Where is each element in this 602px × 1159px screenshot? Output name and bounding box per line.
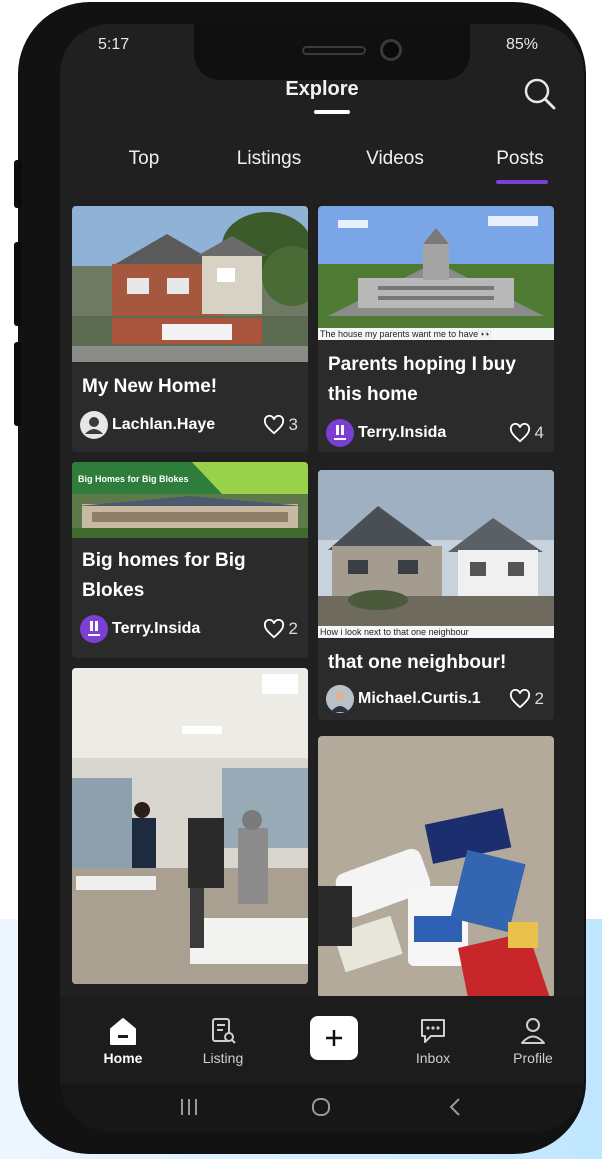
post-card[interactable]: Big Homes for Big Blokes Big homes for B… (72, 462, 308, 658)
profile-icon (521, 1018, 545, 1044)
nav-home[interactable]: Home (88, 996, 158, 1066)
post-image: How i look next to that one neighbour (318, 470, 554, 638)
post-title: Big homes for Big Blokes (82, 550, 246, 601)
add-post-button[interactable] (310, 1016, 358, 1060)
home-system-button[interactable] (310, 1096, 332, 1124)
post-title: My New Home! (82, 376, 218, 397)
nav-inbox-label: Inbox (415, 1050, 451, 1066)
battery-level: 85% (505, 36, 538, 53)
post-card[interactable] (72, 668, 308, 984)
post-image (318, 736, 554, 998)
like-count: 3 (288, 415, 298, 434)
user-photo-icon (326, 685, 354, 713)
post-title: Parents hoping I buy this home (328, 354, 516, 405)
post-image (72, 206, 308, 362)
like-button[interactable]: 2 (263, 614, 298, 644)
avatar (80, 615, 108, 643)
like-button[interactable]: 2 (509, 684, 544, 714)
nav-inbox[interactable]: Inbox (398, 996, 468, 1066)
like-button[interactable]: 3 (263, 410, 298, 440)
avatar (326, 685, 354, 713)
heart-icon (263, 619, 284, 639)
chat-bubble-icon (421, 1019, 445, 1043)
title-underline (314, 110, 350, 114)
like-count: 4 (534, 423, 544, 442)
post-author[interactable]: Terry.Insida (326, 418, 446, 448)
like-count: 2 (288, 619, 298, 638)
tab-listings[interactable]: Listings (209, 148, 329, 170)
post-card[interactable]: How i look next to that one neighbour th… (318, 470, 554, 720)
nav-listing-label: Listing (202, 1050, 244, 1066)
speaker-grille (302, 46, 366, 55)
tab-top[interactable]: Top (84, 148, 204, 170)
recent-apps-button[interactable] (178, 1096, 200, 1124)
like-button[interactable]: 4 (509, 418, 544, 448)
avatar (80, 411, 108, 439)
page-title: Explore (285, 78, 359, 100)
status-time: 5:17 (98, 36, 130, 53)
post-card[interactable]: The house my parents want me to have 👀 P… (318, 206, 554, 452)
plus-icon (326, 1030, 342, 1046)
post-title: that one neighbour! (328, 652, 507, 673)
image-caption: The house my parents want me to have 👀 (318, 328, 554, 340)
author-name: Terry.Insida (358, 424, 447, 441)
search-button[interactable] (522, 76, 558, 112)
search-icon (524, 78, 556, 110)
post-image: Big Homes for Big Blokes (72, 462, 308, 538)
listing-search-icon (212, 1018, 236, 1044)
heart-icon (263, 415, 284, 435)
heart-icon (509, 423, 530, 443)
avatar (326, 419, 354, 447)
post-author[interactable]: Lachlan.Haye (80, 410, 215, 440)
system-navigation-bar (60, 1084, 584, 1132)
back-chevron-icon (449, 1098, 460, 1116)
active-tab-indicator (496, 180, 548, 184)
insida-logo-icon (88, 621, 100, 636)
recent-apps-icon (181, 1099, 197, 1115)
image-caption: How i look next to that one neighbour (318, 626, 554, 638)
author-name: Michael.Curtis.1 (358, 690, 481, 707)
author-name: Terry.Insida (112, 620, 201, 637)
home-circle-icon (312, 1098, 330, 1116)
nav-listing[interactable]: Listing (188, 996, 258, 1066)
post-image: The house my parents want me to have 👀 (318, 206, 554, 340)
post-card[interactable] (318, 736, 554, 998)
back-system-button[interactable] (444, 1096, 466, 1124)
nav-profile-label: Profile (513, 1050, 553, 1066)
front-camera (380, 39, 402, 61)
phone-side-button (14, 342, 22, 426)
phone-frame: 5:17 85% Explore Top Listings Videos Pos… (14, 2, 586, 1154)
camera-notch (194, 24, 470, 80)
post-author[interactable]: Michael.Curtis.1 (326, 684, 481, 714)
user-icon (85, 417, 103, 434)
heart-icon (509, 689, 530, 709)
nav-home-label: Home (103, 1050, 143, 1066)
nav-profile[interactable]: Profile (498, 996, 568, 1066)
app-screen: 5:17 85% Explore Top Listings Videos Pos… (60, 24, 584, 1132)
insida-logo-icon (334, 425, 346, 440)
like-count: 2 (534, 689, 544, 708)
tab-videos[interactable]: Videos (335, 148, 455, 170)
home-icon (110, 1018, 136, 1045)
post-image (72, 668, 308, 984)
post-card[interactable]: My New Home! Lachlan.Haye 3 (72, 206, 308, 452)
phone-side-button (14, 242, 22, 326)
tab-posts[interactable]: Posts (460, 148, 580, 170)
post-author[interactable]: Terry.Insida (80, 614, 200, 644)
author-name: Lachlan.Haye (112, 416, 216, 433)
banner-text: Big Homes for Big Blokes (78, 474, 189, 484)
phone-side-button (14, 160, 22, 208)
bottom-navigation: Home Listing Inbox Profile (60, 996, 584, 1084)
